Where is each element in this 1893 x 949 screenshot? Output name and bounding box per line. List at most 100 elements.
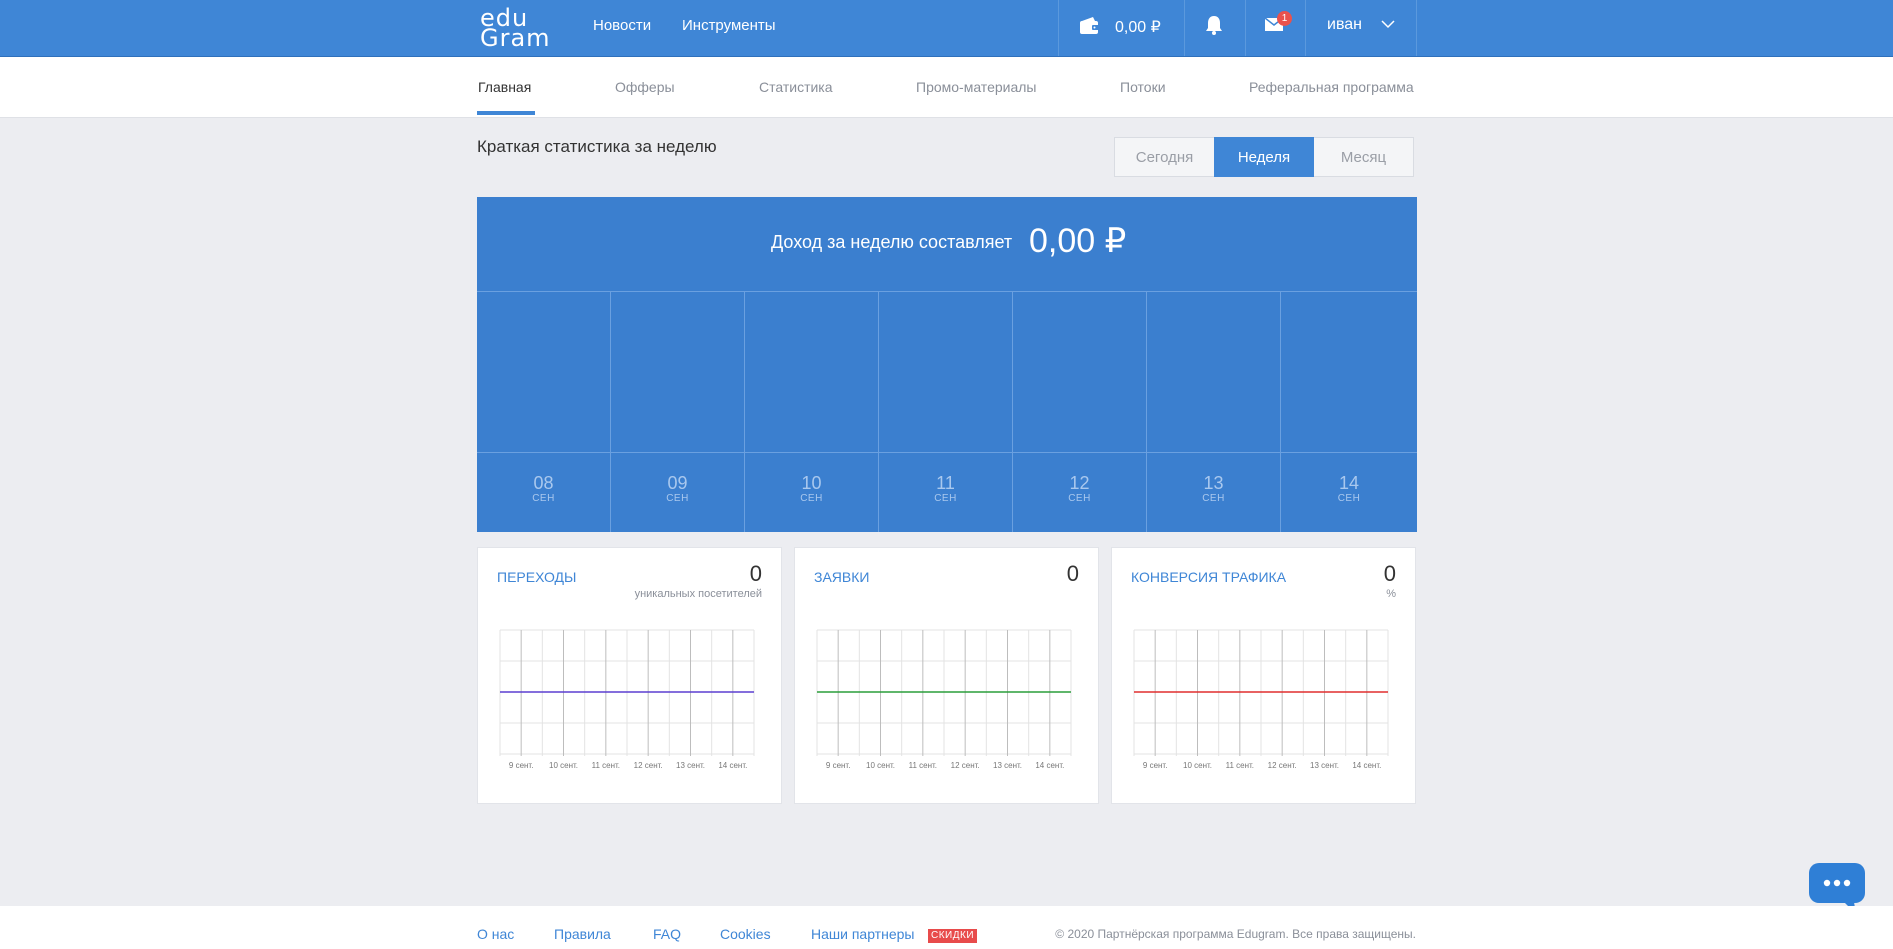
- day-number: 13: [1203, 473, 1224, 493]
- logo-line-2: Gram: [480, 24, 551, 52]
- section-title: Краткая статистика за неделю: [477, 137, 717, 156]
- x-tick-label: 14 сент.: [718, 761, 747, 770]
- day-column: 13 СЕН: [1147, 292, 1281, 532]
- conversion-card: Конверсия трафика 0 % 9 сент. 10 сент. 11 …: [1111, 547, 1416, 804]
- x-tick-label: 10 сент.: [866, 761, 895, 770]
- day-column: 12 СЕН: [1013, 292, 1147, 532]
- x-tick-label: 12 сент.: [951, 761, 980, 770]
- chevron-down-icon[interactable]: [1381, 20, 1395, 29]
- active-tab-indicator: [477, 111, 535, 115]
- clicks-chart: 9 сент. 10 сент. 11 сент. 12 сент. 13 сент. 1…: [499, 629, 755, 770]
- day-month: СЕН: [934, 493, 957, 504]
- leads-chart: 9 сент. 10 сент. 11 сент. 12 сент. 13 сент. 1…: [816, 629, 1072, 770]
- x-tick-label: 12 сент.: [634, 761, 663, 770]
- divider: [1245, 0, 1246, 56]
- x-tick-label: 14 сент.: [1035, 761, 1064, 770]
- tab-home[interactable]: Главная: [478, 79, 531, 95]
- x-tick-label: 10 сент.: [1183, 761, 1212, 770]
- period-today-button[interactable]: Сегодня: [1114, 137, 1214, 177]
- weekly-income-panel: Доход за неделю составляет 0,00 ₽ 08 СЕН…: [477, 197, 1417, 532]
- footer-link-cookies[interactable]: Cookies: [720, 926, 771, 942]
- nav-news[interactable]: Новости: [593, 17, 651, 34]
- bell-icon[interactable]: [1205, 14, 1223, 36]
- card-subtitle: уникальных посетителей: [634, 588, 762, 600]
- divider: [1184, 0, 1185, 56]
- card-title: Переходы: [497, 569, 577, 585]
- x-tick-label: 13 сент.: [993, 761, 1022, 770]
- day-number: 14: [1338, 473, 1360, 493]
- x-tick-label: 11 сент.: [1226, 761, 1254, 770]
- day-month: СЕН: [1068, 493, 1091, 504]
- wallet-icon: [1080, 17, 1099, 34]
- card-value: 0: [1383, 561, 1396, 586]
- top-bar: edu Gram Новости Инструменты 0,00 ₽ 1 ив…: [0, 0, 1893, 57]
- mail-count-badge: 1: [1277, 11, 1292, 26]
- divider: [1058, 0, 1059, 56]
- card-subtitle: %: [1386, 588, 1396, 600]
- leads-card: Заявки 0 9 сент. 10 сент. 11 сент. 12 сент.…: [794, 547, 1099, 804]
- x-tick-label: 11 сент.: [592, 761, 620, 770]
- card-title: Конверсия трафика: [1131, 569, 1287, 585]
- period-month-button[interactable]: Месяц: [1314, 137, 1414, 177]
- day-label: 08 СЕН: [477, 452, 610, 533]
- clicks-card: Переходы 0 уникальных посетителей 9 сент…: [477, 547, 782, 804]
- edugram-logo[interactable]: edu Gram: [480, 6, 560, 50]
- income-label: Доход за неделю составляет: [771, 232, 1013, 252]
- footer-link-faq[interactable]: FAQ: [653, 926, 681, 942]
- card-value: 0: [1066, 561, 1079, 586]
- day-label: 09 СЕН: [611, 452, 744, 533]
- income-amount: 0,00 ₽: [1029, 222, 1127, 260]
- tab-promo[interactable]: Промо-материалы: [916, 79, 1036, 95]
- x-tick-label: 13 сент.: [1310, 761, 1339, 770]
- day-column: 09 СЕН: [611, 292, 745, 532]
- day-label: 14 СЕН: [1281, 452, 1417, 533]
- day-number: 09: [667, 473, 688, 493]
- x-tick-label: 12 сент.: [1268, 761, 1297, 770]
- card-value: 0: [749, 561, 762, 586]
- x-tick-label: 9 сент.: [826, 761, 851, 770]
- day-number: 08: [533, 473, 554, 493]
- tab-offers[interactable]: Офферы: [615, 79, 675, 95]
- x-tick-label: 10 сент.: [549, 761, 578, 770]
- x-tick-label: 9 сент.: [1143, 761, 1168, 770]
- day-column: 14 СЕН: [1281, 292, 1417, 532]
- conversion-chart: 9 сент. 10 сент. 11 сент. 12 сент. 13 сент. 1…: [1133, 629, 1389, 770]
- footer-link-rules[interactable]: Правила: [554, 926, 611, 942]
- card-title: Заявки: [814, 569, 870, 585]
- day-number: 10: [801, 473, 822, 493]
- tab-statistics[interactable]: Статистика: [759, 79, 833, 95]
- income-header: Доход за неделю составляет 0,00 ₽: [477, 197, 1417, 292]
- footer: О нас Правила FAQ Cookies Наши партнеры …: [0, 906, 1893, 949]
- balance-amount[interactable]: 0,00 ₽: [1115, 17, 1161, 37]
- nav-tools[interactable]: Инструменты: [682, 17, 776, 34]
- tab-streams[interactable]: Потоки: [1120, 79, 1166, 95]
- divider: [1305, 0, 1306, 56]
- period-week-button[interactable]: Неделя: [1214, 137, 1314, 177]
- top-bar-inner: edu Gram Новости Инструменты 0,00 ₽ 1 ив…: [477, 0, 1417, 56]
- day-number: 12: [1069, 473, 1090, 493]
- main-tabs: Главная Офферы Статистика Промо-материал…: [0, 57, 1893, 118]
- user-menu[interactable]: иван: [1327, 16, 1362, 34]
- day-label: 10 СЕН: [745, 452, 878, 533]
- day-label: 11 СЕН: [879, 452, 1012, 533]
- day-month: СЕН: [1337, 493, 1361, 504]
- income-days: 08 СЕН 09 СЕН 10 СЕН 11 СЕН 12 СЕН 13 СЕ…: [477, 292, 1417, 532]
- x-tick-label: 14 сент.: [1352, 761, 1381, 770]
- x-tick-label: 13 сент.: [676, 761, 705, 770]
- discount-badge: СКИДКИ: [928, 929, 978, 943]
- day-number: 11: [936, 473, 955, 493]
- day-month: СЕН: [1202, 493, 1225, 504]
- divider: [1416, 0, 1417, 56]
- x-tick-label: 11 сент.: [909, 761, 937, 770]
- day-column: 11 СЕН: [879, 292, 1013, 532]
- day-month: СЕН: [800, 493, 823, 504]
- x-tick-label: 9 сент.: [509, 761, 534, 770]
- day-label: 13 СЕН: [1147, 452, 1280, 533]
- day-label: 12 СЕН: [1013, 452, 1146, 533]
- tab-referral[interactable]: Реферальная программа: [1249, 79, 1414, 95]
- day-column: 10 СЕН: [745, 292, 879, 532]
- day-month: СЕН: [666, 493, 689, 504]
- day-column: 08 СЕН: [477, 292, 611, 532]
- footer-link-partners[interactable]: Наши партнеры: [811, 926, 914, 942]
- footer-link-about[interactable]: О нас: [477, 926, 514, 942]
